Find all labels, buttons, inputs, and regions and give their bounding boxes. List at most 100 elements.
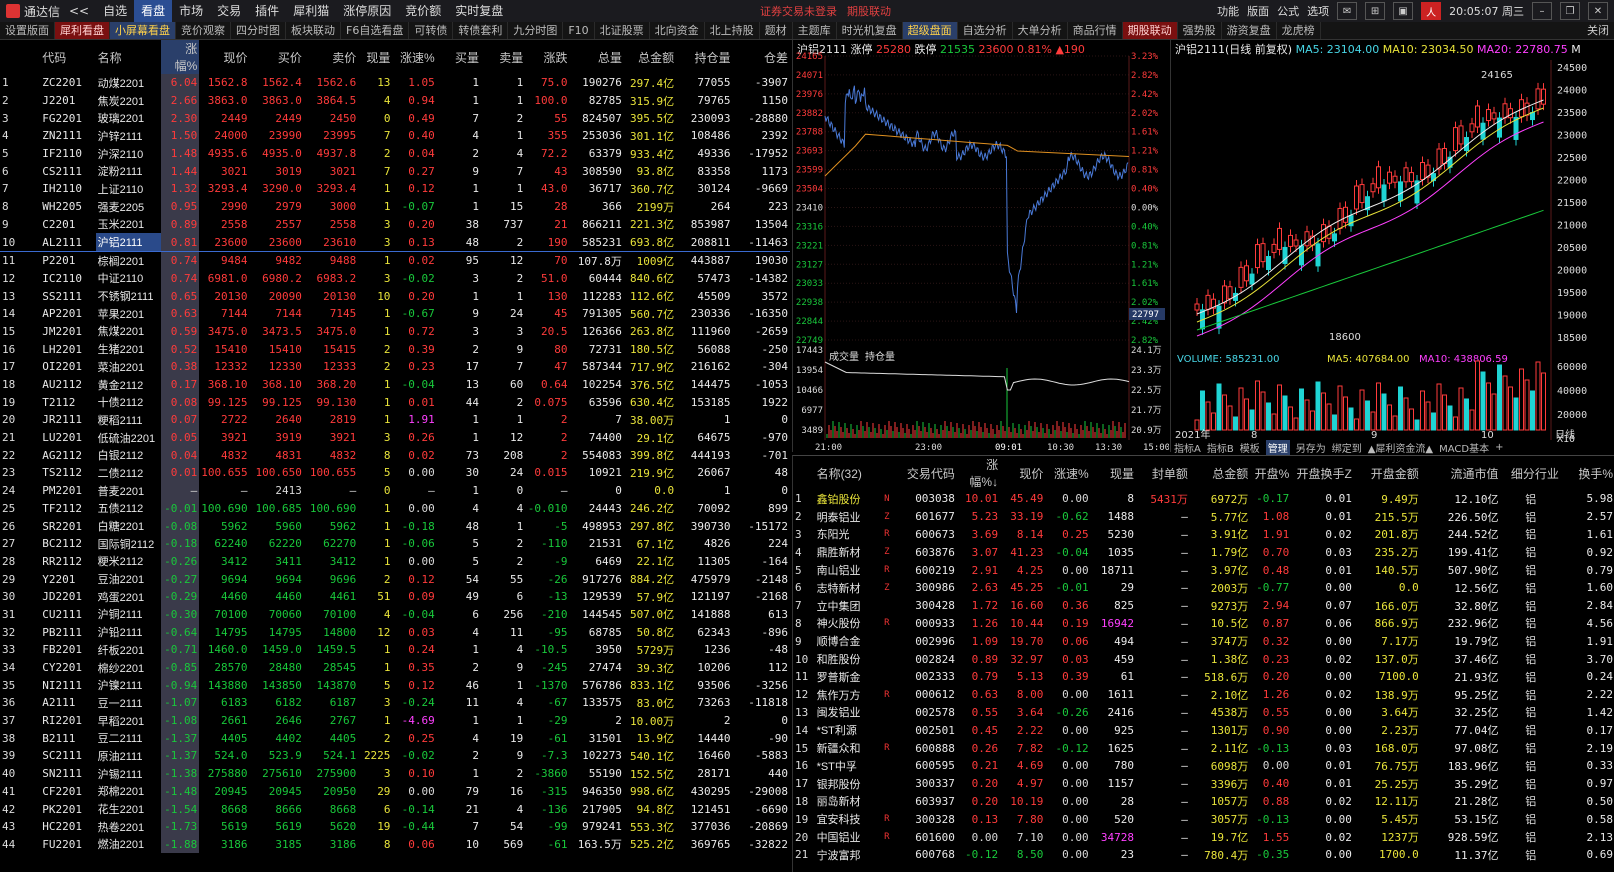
tab-item[interactable]: 强势股 [1178,22,1222,39]
table-row[interactable]: 42 PK2201 花生2201 -1.54 8668 8666 8668 6 -0.14 21 4… [0,800,790,818]
column-header[interactable]: 买量 [437,40,481,74]
column-header[interactable]: 涨速% [392,40,436,74]
table-row[interactable]: 3 FG2201 玻璃2201 2.30 2449 2449 2450 0 0.49 7 2 55 82… [0,109,790,128]
table-row[interactable]: 17 OI2201 菜油2201 0.38 12332 12330 12333 2 0.23 17… [0,358,790,376]
table-row[interactable]: 6 CS2111 淀粉2111 1.44 3021 3019 3021 7 0.27 9 7 43 30… [0,162,790,181]
tab-item[interactable]: 小屏幕看盘 [110,22,176,39]
tab-item[interactable]: 期股联动 [1122,22,1178,39]
table-row[interactable]: 24 PM2201 普麦2201 – – 2413 – 0 – 1 0 – 0 0.0 1 0 [0,481,790,500]
table-row[interactable]: 38 B2111 豆二2111 -1.37 4405 4402 4405 2 0.25 4 19 -6… [0,729,790,748]
futures-link-notice[interactable]: 期股联动 [847,3,891,19]
table-row[interactable]: 22 AG2112 白银2112 0.04 4832 4831 4832 8 0.02 73 208… [0,446,790,465]
table-row[interactable]: 31 CU2111 沪铜2111 -0.30 70100 70060 70100 4 -0.04… [0,605,790,624]
table-row[interactable]: 25 TF2112 五债2112 -0.01 100.690 100.685 100.690… [0,499,790,518]
indicator-tab[interactable]: MACD基本 [1439,440,1489,455]
table-row[interactable]: 21 LU2201 低硫油2201 0.05 3921 3919 3921 3 0.26 1 12 2… [0,428,790,447]
tab-item[interactable]: 大单分析 [1013,22,1068,39]
menu-item[interactable]: 交易 [210,0,248,22]
table-row[interactable]: 5 IF2110 沪深2110 1.48 4935.6 4935.0 4937.8 2 0.04… [0,144,790,163]
table-row[interactable]: 18 AU2112 黄金2112 0.17 368.10 368.10 368.20 1 -0.… [0,375,790,394]
right-menu-item[interactable]: 版面 [1247,3,1269,19]
table-row[interactable]: 14 AP2201 苹果2201 0.63 7144 7144 7145 1 -0.67 9 24 4… [0,304,790,323]
indicator-tab[interactable]: 绑定到 [1332,440,1362,455]
indicator-tab[interactable]: 指标A [1174,440,1201,455]
column-header[interactable]: 流通市值 [1421,456,1501,490]
table-row[interactable]: 40 SN2111 沪锡2111 -1.38 275880 275610 275900 3 0.… [0,764,790,783]
indicator-tab[interactable]: 管理 [1265,439,1290,455]
table-row[interactable]: 34 CY2201 棉纱2201 -0.85 28570 28480 28545 1 0.35 2… [0,658,790,677]
table-row[interactable]: 33 FB2201 纤板2201 -0.71 1460.0 1459.0 1459.5 1 0.… [0,641,790,659]
column-header[interactable]: 买价 [250,40,304,74]
restore-icon[interactable]: ❐ [1560,2,1580,20]
tab-item[interactable]: 可转债 [409,22,454,39]
table-row[interactable]: 16 *ST中孚 600595 0.21 4.69 0.00 780 – 6098万 0.00 0.… [793,757,1614,775]
table-row[interactable]: 15 JM2201 焦煤2201 0.59 3475.0 3473.5 3475.0 1 0.7… [0,322,790,341]
table-row[interactable]: 12 IC2110 中证2110 0.74 6981.0 6980.2 6983.2 3 -0.… [0,269,790,288]
table-row[interactable]: 12 焦作万方 R 000612 0.63 8.00 0.00 1611 – 2.10亿 1.26 0… [793,686,1614,704]
tab-item[interactable]: 关闭 [1582,22,1614,39]
tab-item[interactable]: 转债套利 [453,22,509,39]
table-row[interactable]: 16 LH2201 生猪2201 0.52 15410 15410 15415 2 0.39 2 9… [0,340,790,358]
tab-item[interactable]: F6自选看盘 [341,22,410,39]
tab-item[interactable]: 北向资金 [650,22,705,39]
table-row[interactable]: 26 SR2201 白糖2201 -0.08 5962 5960 5962 1 -0.18 48 1… [0,517,790,535]
tab-item[interactable]: 设置版面 [0,22,55,39]
table-row[interactable]: 10 和胜股份 002824 0.89 32.97 0.03 459 – 1.38亿 0.23 0.… [793,650,1614,668]
layout-icon[interactable]: ▣ [1393,2,1414,20]
table-row[interactable]: 27 BC2112 国际铜2112 -0.18 62240 62220 62270 1 -0.0… [0,534,790,553]
indicator-tab[interactable]: + [1495,442,1503,453]
table-row[interactable]: 9 C2201 玉米2201 0.89 2558 2557 2558 3 0.20 38 737 21… [0,215,790,234]
table-row[interactable]: 8 WH2205 强麦2205 0.95 2990 2979 3000 1 -0.07 1 15 28… [0,197,790,216]
table-row[interactable]: 32 PB2111 沪铅2111 -0.64 14795 14795 14800 12 0.03… [0,623,790,641]
column-header[interactable] [879,456,894,490]
column-header[interactable]: 交易代码 [894,456,957,490]
column-header[interactable]: 开盘% [1250,456,1291,490]
table-row[interactable]: 3 东阳光 R 600673 3.69 8.14 0.25 5230 – 3.91亿 1.91 0.0… [793,526,1614,544]
column-header[interactable]: 总金额 [1190,456,1250,490]
table-row[interactable]: 21 宁波富邦 600768 -0.12 8.50 0.00 23 – 780.4万 -0.35 0… [793,846,1614,864]
indicator-tab[interactable]: 另存为 [1296,440,1326,455]
column-header[interactable]: 现量 [1091,456,1136,490]
menu-item[interactable]: 竞价额 [398,0,448,22]
table-row[interactable]: 13 闽发铝业 002578 0.55 3.64 -0.26 2416 – 4538万 0.55 0… [793,704,1614,722]
tab-item[interactable]: 四分时图 [231,22,286,39]
user-icon[interactable]: 人 [1421,2,1442,20]
table-row[interactable]: 19 宜安科技 R 300328 0.13 7.80 0.00 520 – 3057万 -0.13 0… [793,810,1614,828]
column-header[interactable]: 现价 [1000,456,1045,490]
menu-item[interactable]: 插件 [248,0,286,22]
table-row[interactable]: 8 神火股份 R 000933 1.26 10.44 0.19 16942 – 10.5亿 0.87… [793,615,1614,633]
intraday-chart[interactable]: 沪铝2111 涨停 25280 跌停 21535 23600 0.81% ▲19… [792,40,1169,452]
table-row[interactable]: 4 鼎胜新材 Z 603876 3.07 41.23 -0.04 1035 – 1.79亿 0.70… [793,543,1614,561]
tab-item[interactable]: 竞价观察 [176,22,231,39]
daily-kline-chart[interactable]: 沪铝2111(日线 前复权) MA5: 23104.00 MA10: 23034… [1170,40,1614,452]
table-row[interactable]: 23 TS2112 二债2112 0.01 100.655 100.650 100.655 5… [0,464,790,482]
column-header[interactable]: 卖量 [481,40,525,74]
indicator-tab[interactable]: 指标B [1207,440,1234,455]
table-row[interactable]: 18 丽岛新材 603937 0.20 10.19 0.00 28 – 1057万 0.88 0.0… [793,793,1614,811]
column-header[interactable] [0,40,40,74]
table-row[interactable]: 10 AL2111 沪铝2111 0.81 23600 23600 23610 3 0.13 48… [0,233,790,252]
column-header[interactable]: 仓差 [733,40,790,74]
table-row[interactable]: 36 A2111 豆一2111 -1.07 6183 6182 6187 3 -0.24 11 4 -… [0,694,790,712]
column-header[interactable]: 持仓量 [676,40,732,74]
table-row[interactable]: 28 RR2112 粳米2112 -0.26 3412 3411 3412 1 0.00 5 2 -9… [0,552,790,571]
tab-item[interactable]: 主题库 [793,22,837,39]
tab-item[interactable]: F10 [563,22,595,39]
right-menu-item[interactable]: 公式 [1277,3,1299,19]
table-row[interactable]: 9 顺博合金 002996 1.09 19.70 0.06 494 – 3747万 0.32 0.0… [793,632,1614,650]
table-row[interactable]: 37 RI2201 早稻2201 -1.08 2661 2646 2767 1 -4.69 1 1 -… [0,711,790,730]
tab-item[interactable]: 九分时图 [508,22,564,39]
table-row[interactable]: 41 CF2201 郑棉2201 -1.48 20945 20945 20950 29 0.00… [0,782,790,801]
tab-item[interactable]: 商品行情 [1068,22,1123,39]
window-icon[interactable]: ⊞ [1365,2,1386,20]
table-row[interactable]: 4 ZN2111 沪锌2111 1.50 24000 23990 23995 7 0.40 4 1 3… [0,127,790,145]
column-header[interactable]: 总量 [570,40,624,74]
table-row[interactable]: 19 T2112 十债2112 0.08 99.125 99.125 99.130 1 0.01… [0,393,790,412]
tab-item[interactable]: 自选分析 [958,22,1013,39]
nav-back-button[interactable]: << [62,0,96,22]
table-row[interactable]: 35 NI2111 沪镍2111 -0.94 143880 143850 143870 5 0.… [0,676,790,695]
column-header[interactable]: 名称 [96,40,161,74]
table-row[interactable]: 2 J2201 焦炭2201 2.66 3863.0 3863.0 3864.5 4 0.94 1… [0,91,790,110]
column-header[interactable]: 开盘金额 [1354,456,1421,490]
column-header[interactable]: 名称(32) [815,456,880,490]
